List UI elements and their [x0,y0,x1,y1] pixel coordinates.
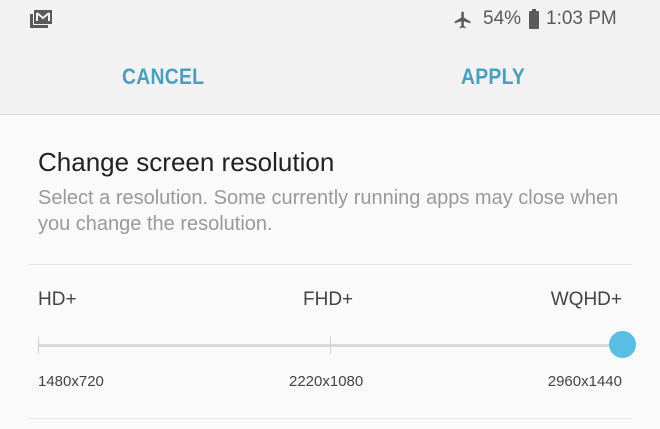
clock: 1:03 PM [546,8,617,29]
resolution-slider-thumb[interactable] [608,331,636,358]
slider-tick-hd [38,337,39,354]
option-label-wqhd[interactable]: WQHD+ [551,289,622,311]
page-title: Change screen resolution [38,147,335,177]
airplane-icon [452,10,474,35]
battery-icon [529,9,539,29]
resolution-value-fhd: 2220x1080 [289,373,364,390]
description: Select a resolution. Some currently runn… [38,187,619,235]
resolution-value-hd: 1480x720 [38,373,104,390]
slider-tick-fhd [330,337,331,354]
option-label-fhd[interactable]: FHD+ [303,289,353,311]
gmail-icon [30,10,52,28]
divider [28,264,632,265]
resolution-value-wqhd: 2960x1440 [547,373,622,390]
apply-button[interactable]: APPLY [461,64,525,90]
battery-percent: 54% [483,8,522,29]
divider [28,418,632,419]
cancel-button[interactable]: CANCEL [122,64,204,90]
option-label-hd[interactable]: HD+ [38,289,77,311]
